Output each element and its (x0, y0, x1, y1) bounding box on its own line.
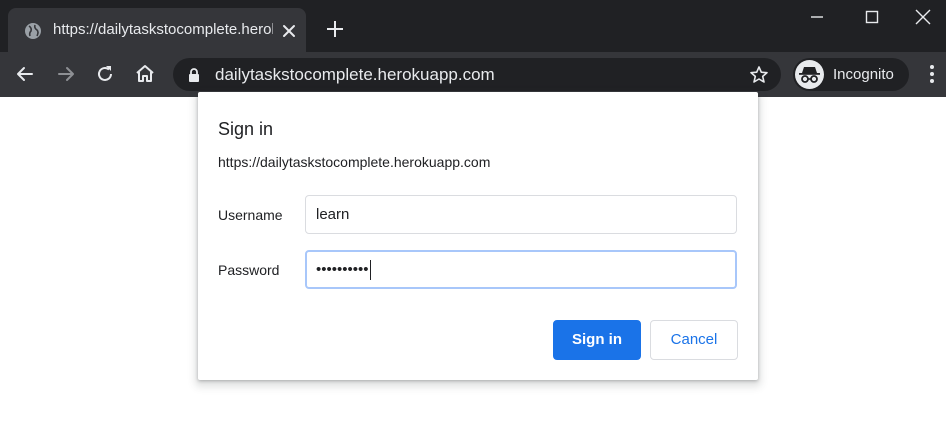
sign-in-button[interactable]: Sign in (553, 320, 641, 360)
password-label: Password (218, 262, 280, 278)
password-input[interactable]: •••••••••• (305, 250, 737, 289)
username-input[interactable]: learn (305, 195, 737, 234)
username-label: Username (218, 207, 283, 223)
cancel-button[interactable]: Cancel (650, 320, 738, 360)
password-value: •••••••••• (316, 261, 369, 278)
incognito-avatar (795, 60, 824, 89)
incognito-profile-button[interactable]: Incognito (793, 58, 909, 91)
arrow-right-icon[interactable] (54, 62, 78, 86)
maximize-icon[interactable] (849, 6, 895, 28)
sign-in-dialog: Sign in https://dailytaskstocomplete.her… (198, 92, 758, 380)
close-icon[interactable] (900, 6, 946, 28)
incognito-icon (799, 67, 820, 83)
dialog-title: Sign in (218, 119, 274, 139)
browser-tab[interactable]: https://dailytaskstocomplete.herokuapp.c… (8, 8, 306, 52)
arrow-left-icon[interactable] (13, 62, 37, 86)
dialog-origin-url: https://dailytaskstocomplete.herokuapp.c… (218, 154, 491, 170)
star-icon[interactable] (749, 65, 769, 85)
address-bar-url: dailytaskstocomplete.herokuapp.com (215, 65, 495, 84)
text-caret (369, 260, 371, 281)
reload-icon[interactable] (93, 62, 117, 86)
home-icon[interactable] (133, 62, 157, 86)
incognito-label: Incognito (833, 66, 894, 83)
kebab-menu-icon[interactable] (920, 62, 944, 86)
tab-title: https://dailytaskstocomplete.herokuapp.c… (53, 21, 273, 38)
close-icon[interactable] (280, 22, 298, 40)
browser-toolbar: dailytaskstocomplete.herokuapp.com Incog… (0, 52, 946, 97)
lock-icon[interactable] (187, 67, 201, 83)
minimize-icon[interactable] (794, 6, 840, 28)
globe-icon (25, 23, 41, 39)
plus-icon[interactable] (324, 18, 346, 40)
username-value: learn (316, 206, 350, 223)
address-bar[interactable]: dailytaskstocomplete.herokuapp.com (173, 58, 781, 91)
browser-titlebar: https://dailytaskstocomplete.herokuapp.c… (0, 0, 946, 52)
